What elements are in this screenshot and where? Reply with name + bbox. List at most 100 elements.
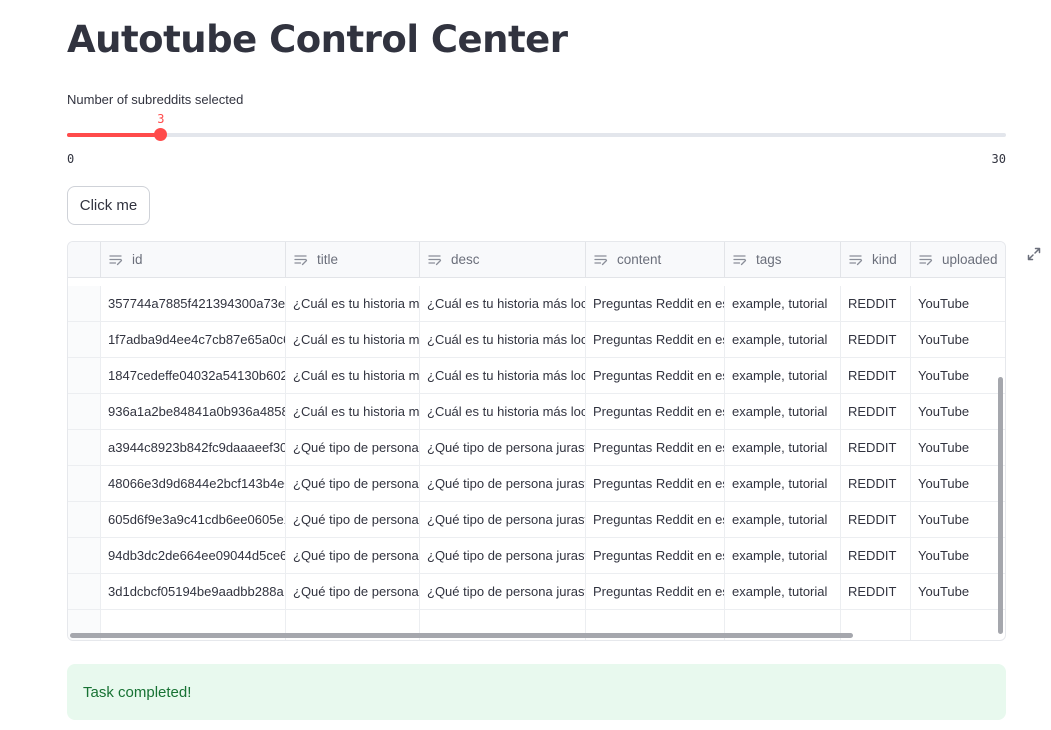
cell-title[interactable]: ¿Cuál es tu historia más <box>286 394 420 429</box>
cell-content[interactable]: Preguntas Reddit en es <box>586 466 725 501</box>
slider-track[interactable] <box>67 133 1006 137</box>
cell-uploaded[interactable]: YouTube <box>911 322 1005 357</box>
cell-desc[interactable]: ¿Cuál es tu historia más loca <box>420 286 586 321</box>
row-index-cell[interactable] <box>68 466 101 501</box>
cell-desc[interactable]: ¿Qué tipo de persona jurast <box>420 502 586 537</box>
table-row[interactable]: 1847cedeffe04032a54130b602 ¿Cuál es tu hi… <box>68 358 1005 394</box>
cell-content[interactable]: Preguntas Reddit en es <box>586 322 725 357</box>
column-header-desc[interactable]: desc <box>420 242 586 277</box>
cell-uploaded[interactable]: YouTube <box>911 466 1005 501</box>
table-row[interactable]: 94db3dc2de664ee09044d5ce6 ¿Qué tipo de pe… <box>68 538 1005 574</box>
cell-uploaded[interactable]: YouTube <box>911 286 1005 321</box>
cell-content[interactable]: Preguntas Reddit en es <box>586 538 725 573</box>
fullscreen-expand-icon[interactable] <box>1026 246 1042 262</box>
cell-tags[interactable]: example, tutorial <box>725 430 841 465</box>
cell-kind[interactable]: REDDIT <box>841 466 911 501</box>
cell-kind[interactable]: REDDIT <box>841 322 911 357</box>
cell-desc[interactable]: ¿Qué tipo de persona jurast <box>420 466 586 501</box>
row-index-cell[interactable] <box>68 574 101 609</box>
cell-id[interactable]: 936a1a2be84841a0b936a4858 <box>101 394 286 429</box>
text-column-icon <box>849 254 863 266</box>
row-index-cell[interactable] <box>68 538 101 573</box>
cell-tags[interactable]: example, tutorial <box>725 322 841 357</box>
cell-tags[interactable]: example, tutorial <box>725 394 841 429</box>
cell-desc[interactable]: ¿Cuál es tu historia más loca <box>420 322 586 357</box>
cell-desc[interactable]: ¿Cuál es tu historia más loca <box>420 394 586 429</box>
cell-id[interactable]: 94db3dc2de664ee09044d5ce6 <box>101 538 286 573</box>
row-index-cell[interactable] <box>68 322 101 357</box>
cell-kind[interactable]: REDDIT <box>841 574 911 609</box>
cell-uploaded[interactable] <box>911 610 1005 640</box>
cell-title[interactable]: ¿Cuál es tu historia más <box>286 358 420 393</box>
cell-content[interactable]: Preguntas Reddit en es <box>586 502 725 537</box>
horizontal-scrollbar[interactable] <box>70 633 853 638</box>
cell-title[interactable]: ¿Cuál es tu historia más <box>286 322 420 357</box>
cell-id[interactable]: 1847cedeffe04032a54130b602 <box>101 358 286 393</box>
cell-uploaded[interactable]: YouTube <box>911 538 1005 573</box>
row-index-cell[interactable] <box>68 358 101 393</box>
data-table[interactable]: id title desc content tags kind uploaded 35774… <box>67 241 1006 641</box>
cell-desc[interactable]: ¿Qué tipo de persona jurast <box>420 574 586 609</box>
table-row[interactable]: 48066e3d9d6844e2bcf143b4e0 ¿Qué tipo de p… <box>68 466 1005 502</box>
table-row[interactable]: 1f7adba9d4ee4c7cb87e65a0c6 ¿Cuál es tu hi… <box>68 322 1005 358</box>
cell-tags[interactable]: example, tutorial <box>725 574 841 609</box>
row-index-cell[interactable] <box>68 502 101 537</box>
slider-thumb[interactable] <box>154 128 168 141</box>
row-index-cell[interactable] <box>68 394 101 429</box>
cell-title[interactable]: ¿Qué tipo de persona <box>286 574 420 609</box>
row-index-cell[interactable] <box>68 286 101 321</box>
column-header-tags[interactable]: tags <box>725 242 841 277</box>
column-header-kind[interactable]: kind <box>841 242 911 277</box>
cell-title[interactable]: ¿Qué tipo de persona <box>286 466 420 501</box>
cell-tags[interactable]: example, tutorial <box>725 538 841 573</box>
cell-title[interactable]: ¿Qué tipo de persona <box>286 430 420 465</box>
table-body: 357744a7885f421394300a73e5 ¿Cuál es tu hi… <box>68 286 1005 640</box>
column-header-uploaded[interactable]: uploaded <box>911 242 1005 277</box>
cell-id[interactable]: 3d1dcbcf05194be9aadbb288a <box>101 574 286 609</box>
cell-kind[interactable]: REDDIT <box>841 358 911 393</box>
click-me-button[interactable]: Click me <box>67 186 150 225</box>
cell-desc[interactable]: ¿Qué tipo de persona jurast <box>420 430 586 465</box>
cell-id[interactable]: 357744a7885f421394300a73e5 <box>101 286 286 321</box>
cell-title[interactable]: ¿Qué tipo de persona <box>286 502 420 537</box>
cell-id[interactable]: 48066e3d9d6844e2bcf143b4e0 <box>101 466 286 501</box>
cell-title[interactable]: ¿Qué tipo de persona <box>286 538 420 573</box>
cell-title[interactable]: ¿Cuál es tu historia más <box>286 286 420 321</box>
cell-uploaded[interactable]: YouTube <box>911 358 1005 393</box>
cell-tags[interactable]: example, tutorial <box>725 502 841 537</box>
cell-id[interactable]: 605d6f9e3a9c41cdb6ee0605e1 <box>101 502 286 537</box>
cell-kind[interactable]: REDDIT <box>841 538 911 573</box>
cell-content[interactable]: Preguntas Reddit en es <box>586 574 725 609</box>
cell-id[interactable]: 1f7adba9d4ee4c7cb87e65a0c6 <box>101 322 286 357</box>
table-row[interactable]: a3944c8923b842fc9daaaeef30 ¿Qué tipo de p… <box>68 430 1005 466</box>
cell-uploaded[interactable]: YouTube <box>911 430 1005 465</box>
cell-content[interactable]: Preguntas Reddit en es <box>586 394 725 429</box>
cell-content[interactable]: Preguntas Reddit en es <box>586 358 725 393</box>
table-row[interactable]: 605d6f9e3a9c41cdb6ee0605e1 ¿Qué tipo de p… <box>68 502 1005 538</box>
cell-desc[interactable]: ¿Qué tipo de persona jurast <box>420 538 586 573</box>
cell-desc[interactable]: ¿Cuál es tu historia más loca <box>420 358 586 393</box>
cell-kind[interactable]: REDDIT <box>841 286 911 321</box>
cell-id[interactable]: a3944c8923b842fc9daaaeef30 <box>101 430 286 465</box>
cell-uploaded[interactable]: YouTube <box>911 502 1005 537</box>
table-row[interactable]: 357744a7885f421394300a73e5 ¿Cuál es tu hi… <box>68 286 1005 322</box>
cell-kind[interactable]: REDDIT <box>841 430 911 465</box>
cell-kind[interactable]: REDDIT <box>841 394 911 429</box>
column-header-id[interactable]: id <box>101 242 286 277</box>
column-header-title[interactable]: title <box>286 242 420 277</box>
vertical-scrollbar[interactable] <box>998 377 1003 634</box>
cell-tags[interactable]: example, tutorial <box>725 286 841 321</box>
cell-content[interactable]: Preguntas Reddit en es <box>586 286 725 321</box>
table-row[interactable]: 3d1dcbcf05194be9aadbb288a ¿Qué tipo de pe… <box>68 574 1005 610</box>
cell-uploaded[interactable]: YouTube <box>911 394 1005 429</box>
column-header-content[interactable]: content <box>586 242 725 277</box>
column-header-label: desc <box>451 252 480 267</box>
cell-content[interactable]: Preguntas Reddit en es <box>586 430 725 465</box>
column-header-label: kind <box>872 252 897 267</box>
cell-tags[interactable]: example, tutorial <box>725 358 841 393</box>
cell-uploaded[interactable]: YouTube <box>911 574 1005 609</box>
cell-kind[interactable]: REDDIT <box>841 502 911 537</box>
table-row[interactable]: 936a1a2be84841a0b936a4858 ¿Cuál es tu his… <box>68 394 1005 430</box>
row-index-cell[interactable] <box>68 430 101 465</box>
cell-tags[interactable]: example, tutorial <box>725 466 841 501</box>
